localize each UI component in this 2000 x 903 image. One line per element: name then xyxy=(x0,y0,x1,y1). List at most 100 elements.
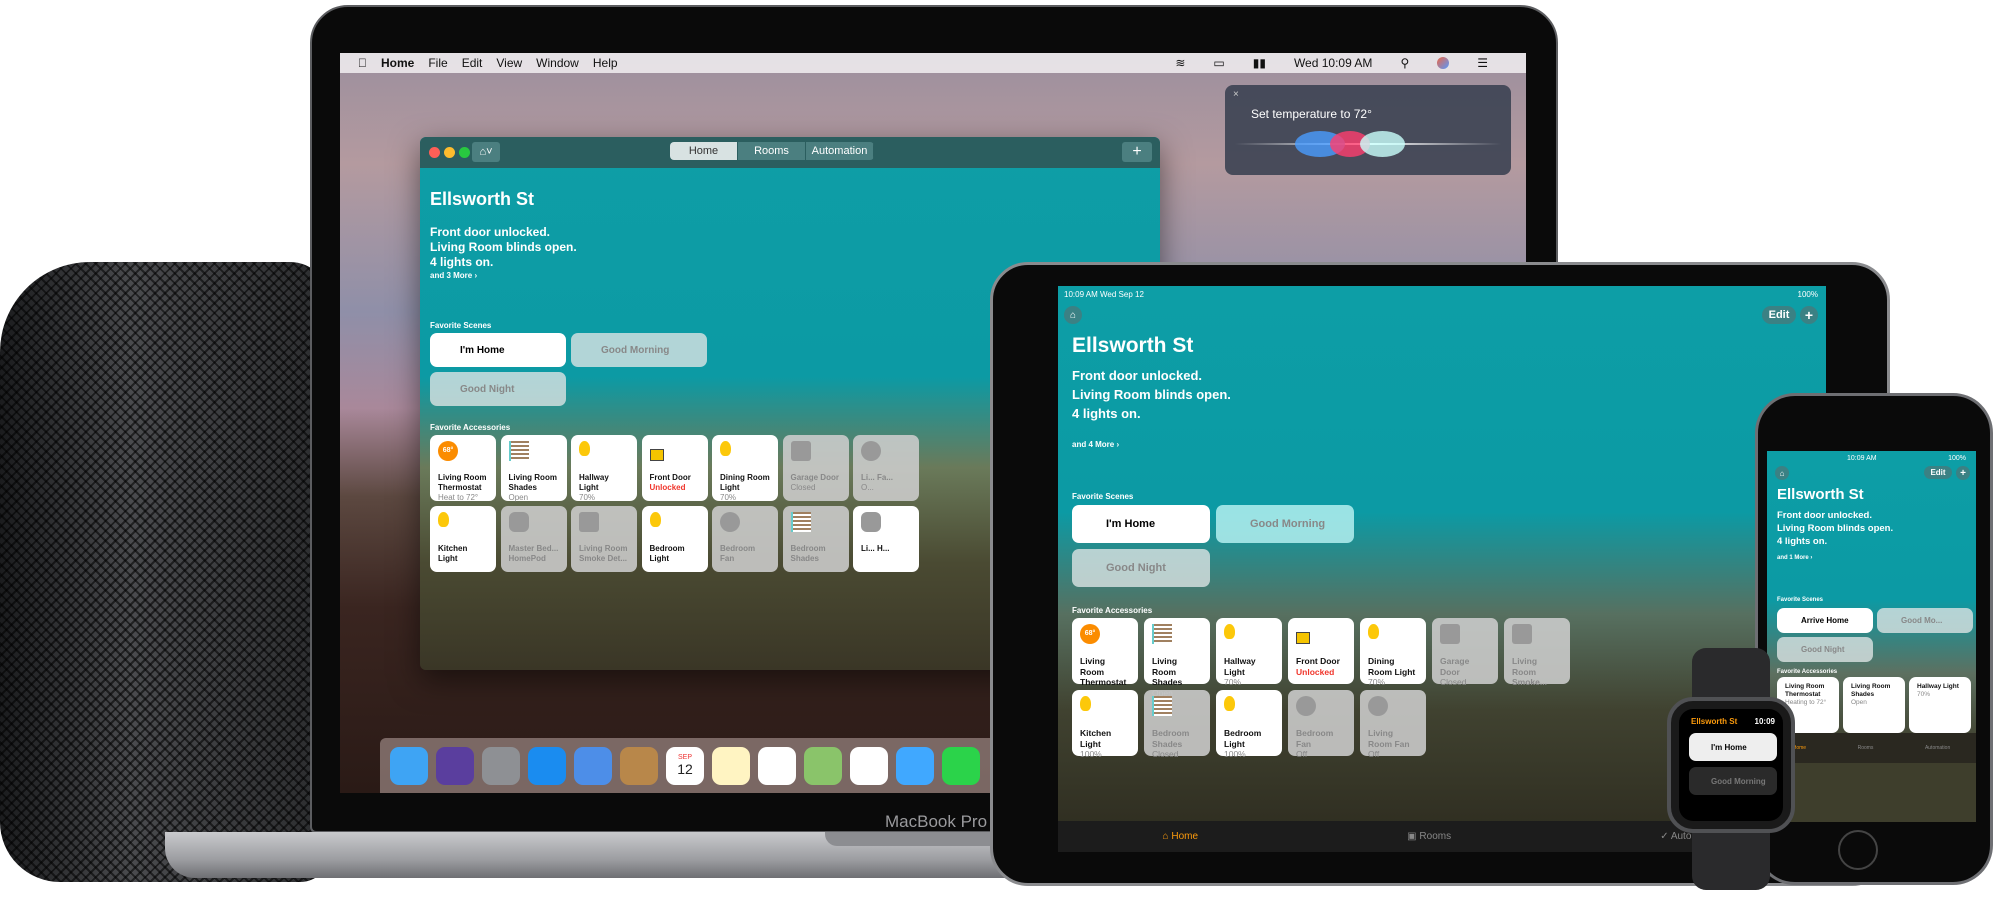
add-button[interactable]: + xyxy=(1956,466,1970,480)
accessory-tile[interactable]: Master Bed... HomePod xyxy=(500,505,567,572)
edit-button[interactable]: Edit xyxy=(1924,466,1952,479)
siri-close-button[interactable]: × xyxy=(1233,89,1239,100)
accessory-tile[interactable]: Front Door Unlocked xyxy=(1288,618,1354,684)
dock-launchpad-icon[interactable] xyxy=(482,746,520,785)
tab-automation[interactable]: Automation xyxy=(806,142,874,160)
accessory-name: Bedroom Shades xyxy=(790,543,826,563)
unlocked-padlock-icon xyxy=(1296,632,1310,644)
scene-good-morning[interactable]: Good Morning xyxy=(571,333,707,367)
accessory-tile[interactable]: Li... H... xyxy=(853,505,919,572)
zoom-window-button[interactable] xyxy=(459,147,470,158)
dock-reminders-icon[interactable] xyxy=(758,746,796,785)
accessory-tile[interactable]: Living Room ShadesOpen xyxy=(1843,677,1905,733)
accessory-tile[interactable]: Bedroom Fan Off xyxy=(1288,690,1354,759)
dock-siri-icon[interactable] xyxy=(436,746,474,785)
scene-good-night[interactable]: Good Night xyxy=(1777,637,1873,662)
accessory-tile[interactable]: 68°Living Room ThermostatHeating to 72° xyxy=(1072,618,1138,709)
dock-safari-icon[interactable] xyxy=(528,746,566,785)
accessory-tile[interactable]: Living Room Smoke... xyxy=(1504,618,1570,687)
close-window-button[interactable] xyxy=(429,147,440,158)
accessory-tile[interactable]: Kitchen Light xyxy=(430,505,496,572)
dock-mail-icon[interactable] xyxy=(574,746,612,785)
accessory-tile[interactable]: Front Door Unlocked xyxy=(641,435,708,501)
watch-scene-im-home[interactable]: I'm Home xyxy=(1689,733,1777,761)
scene-good-morning[interactable]: Good Morning xyxy=(1216,505,1354,543)
tab-rooms[interactable]: Rooms xyxy=(738,142,806,160)
menu-view[interactable]: View xyxy=(496,56,522,70)
tab-home[interactable]: ⌂ Home xyxy=(1163,831,1199,842)
scene-arrive-home[interactable]: Arrive Home xyxy=(1777,608,1873,633)
scene-good-night[interactable]: Good Night xyxy=(1072,549,1210,587)
menubar-clock[interactable]: Wed 10:09 AM xyxy=(1294,56,1373,70)
notification-center-icon[interactable]: ☰ xyxy=(1477,56,1488,70)
accessory-tile[interactable]: Dining Room Light 70% xyxy=(1360,618,1426,687)
scene-label: Good Morning xyxy=(1250,518,1326,530)
accessory-tile[interactable]: Living Room Fan Off xyxy=(1360,690,1426,759)
accessory-tile[interactable]: Living Room Smoke Det... xyxy=(571,505,637,572)
tab-rooms[interactable]: ▣ Rooms xyxy=(1407,831,1451,842)
home-selector-button[interactable]: ⌂˅ xyxy=(472,142,500,162)
accessory-tile[interactable]: Kitchen Light 100% xyxy=(1072,690,1138,759)
watch-scene-good-morning[interactable]: Good Morning xyxy=(1689,767,1777,795)
accessory-tile[interactable]: Living Room ShadesOpen xyxy=(500,435,567,502)
more-link[interactable]: and 3 More › xyxy=(430,271,477,280)
add-button[interactable]: + xyxy=(1800,306,1818,324)
scene-good-night[interactable]: Good Night xyxy=(430,372,566,406)
tab-rooms[interactable]: Rooms xyxy=(1858,745,1874,751)
status-line: Front door unlocked. xyxy=(1777,510,1872,521)
accessory-tile[interactable]: 68° Living Room Thermostat Heat to 72° xyxy=(430,435,496,502)
accessory-tile[interactable]: Hallway Light 70% xyxy=(1216,618,1282,687)
accessory-tile[interactable]: Garage Door Closed xyxy=(782,435,849,501)
accessory-tile[interactable]: Bedroom Light xyxy=(641,505,708,572)
siri-icon[interactable] xyxy=(1437,57,1450,69)
accessory-tile[interactable]: Bedroom Shades xyxy=(782,505,849,572)
menu-window[interactable]: Window xyxy=(536,56,579,70)
accessory-status: Closed xyxy=(790,483,816,492)
apple-menu-icon[interactable]:  xyxy=(358,56,367,70)
spotlight-icon[interactable]: ⚲ xyxy=(1400,56,1409,70)
edit-button[interactable]: Edit xyxy=(1762,306,1796,324)
dock-notes-icon[interactable] xyxy=(712,746,750,785)
fan-icon xyxy=(720,511,740,532)
menu-edit[interactable]: Edit xyxy=(462,56,483,70)
add-button[interactable]: + xyxy=(1122,142,1152,162)
scene-im-home[interactable]: I'm Home xyxy=(1072,505,1210,543)
accessory-tile[interactable]: Bedroom Fan xyxy=(712,505,778,572)
home-settings-button[interactable]: ⌂ xyxy=(1064,306,1082,324)
dock-contacts-icon[interactable] xyxy=(620,746,658,785)
accessory-tile[interactable]: Bedroom Shades Closed xyxy=(1144,690,1210,759)
iphone-home-button[interactable] xyxy=(1838,830,1878,870)
tab-home[interactable]: Home xyxy=(670,142,738,160)
tab-automation[interactable]: Automation xyxy=(1925,745,1950,751)
scene-label: I'm Home xyxy=(1711,742,1747,752)
minimize-window-button[interactable] xyxy=(444,147,455,158)
scene-im-home[interactable]: I'm Home xyxy=(430,333,566,367)
dock-photos-icon[interactable] xyxy=(850,746,888,785)
dock-calendar-icon[interactable]: SEP 12 xyxy=(666,746,704,785)
scene-good-morning[interactable]: Good Mo... xyxy=(1877,608,1973,633)
wifi-icon[interactable]: ≋ xyxy=(1175,56,1185,70)
accessory-icon-wrap: 68° xyxy=(1080,624,1130,650)
more-link[interactable]: and 4 More › xyxy=(1072,440,1119,449)
accessory-tile[interactable]: Garage Door Closed xyxy=(1432,618,1498,687)
app-menu[interactable]: Home xyxy=(381,56,414,70)
home-settings-button[interactable]: ⌂ xyxy=(1775,466,1789,480)
dock-facetime-icon[interactable] xyxy=(942,746,980,785)
more-link[interactable]: and 1 More › xyxy=(1777,555,1812,561)
dock-messages-icon[interactable] xyxy=(896,746,934,785)
accessory-name: Kitchen Light xyxy=(1080,728,1112,749)
scene-label: Arrive Home xyxy=(1801,616,1849,625)
accessory-tile[interactable]: Bedroom Light 100% xyxy=(1216,690,1282,759)
menu-help[interactable]: Help xyxy=(593,56,618,70)
accessory-tile[interactable]: Hallway Light 70% xyxy=(1909,677,1971,733)
unlocked-padlock-icon xyxy=(649,449,664,461)
accessory-tile[interactable]: Living Room ShadesOpen xyxy=(1144,618,1210,698)
menu-file[interactable]: File xyxy=(428,56,447,70)
accessory-tile[interactable]: Hallway Light 70% xyxy=(571,435,637,502)
accessory-tile[interactable]: Li... Fa... O... xyxy=(853,435,919,501)
dock-maps-icon[interactable] xyxy=(804,746,842,785)
battery-icon[interactable]: ▮▮ xyxy=(1253,56,1266,70)
airplay-icon[interactable]: ▭ xyxy=(1213,56,1224,70)
accessory-tile[interactable]: Dining Room Light 70% xyxy=(712,435,778,502)
dock-finder-icon[interactable] xyxy=(390,746,428,785)
